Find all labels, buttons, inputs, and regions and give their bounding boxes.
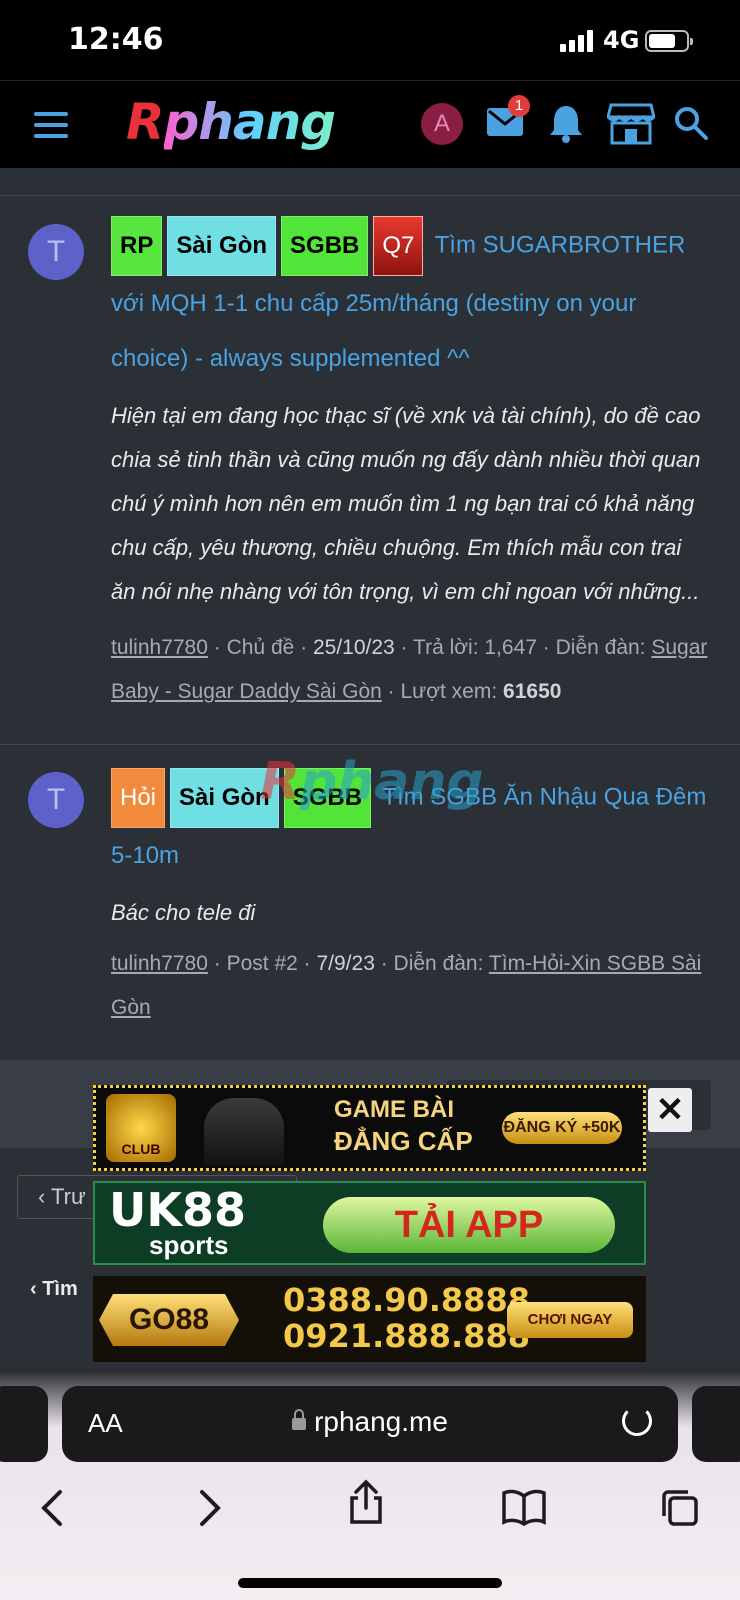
thread-avatar[interactable]: T: [28, 224, 84, 280]
store-icon[interactable]: [607, 101, 655, 145]
prefix-badge[interactable]: RP: [111, 216, 163, 276]
thread-snippet: Bác cho tele đi: [111, 900, 256, 925]
ad-banner-3[interactable]: GO88 0388.90.8888 0921.888.888 CHƠI NGAY: [93, 1276, 646, 1362]
share-icon[interactable]: [348, 1478, 384, 1526]
ad-cta-button[interactable]: ĐĂNG KÝ +50K: [502, 1112, 622, 1144]
signal-icon: [560, 30, 596, 52]
prefix-badge[interactable]: SGBB: [281, 216, 369, 276]
author-link[interactable]: tulinh7780: [111, 952, 208, 975]
search-icon[interactable]: [673, 105, 709, 141]
browser-bar: AA rphang.me: [0, 1370, 740, 1600]
menu-icon[interactable]: [34, 112, 68, 138]
status-bar: 12:46 4G: [0, 0, 740, 80]
prefix-badge[interactable]: Q7: [373, 216, 424, 276]
ad-cta-button[interactable]: CHƠI NGAY: [507, 1302, 633, 1338]
divider: [0, 744, 740, 745]
ad-brand-logo: CLUB: [106, 1094, 176, 1162]
reload-icon[interactable]: [622, 1406, 652, 1436]
back-icon[interactable]: [38, 1488, 66, 1528]
watermark-logo: Rphang: [260, 752, 484, 812]
back-link[interactable]: ‹ Tìm: [30, 1278, 78, 1301]
prefix-badge[interactable]: Hỏi: [111, 768, 166, 828]
bell-icon[interactable]: [548, 103, 584, 143]
thread-avatar[interactable]: T: [28, 772, 84, 828]
thread-title[interactable]: RP Sài Gòn SGBB Q7 Tìm SUGARBROTHER với MQH…: [111, 216, 711, 386]
ad-person-image: [204, 1098, 284, 1166]
status-time: 12:46: [68, 22, 164, 57]
ad-banner-1[interactable]: CLUB GAME BÀI ĐẲNG CẤP ĐĂNG KÝ +50K: [93, 1085, 646, 1171]
close-ad-button[interactable]: ✕: [648, 1088, 692, 1132]
home-indicator: [238, 1578, 502, 1588]
battery-icon: [645, 30, 693, 52]
network-label: 4G: [603, 26, 640, 54]
browser-toolbar: [0, 1478, 740, 1548]
forward-icon[interactable]: [196, 1488, 224, 1528]
tabs-icon[interactable]: [660, 1488, 700, 1528]
site-header: Rphang A 1: [0, 80, 740, 168]
ad-brand-logo: GO88: [99, 1294, 239, 1346]
prefix-badge[interactable]: Sài Gòn: [167, 216, 277, 276]
url-text[interactable]: rphang.me: [62, 1406, 678, 1438]
address-bar[interactable]: AA rphang.me: [62, 1386, 678, 1462]
thread-meta: tulinh7780 · Post #2 · 7/9/23 · Diễn đàn…: [111, 952, 702, 1019]
site-logo[interactable]: Rphang: [126, 93, 336, 151]
ad-cta-button[interactable]: TẢI APP: [323, 1197, 615, 1253]
mail-badge: 1: [508, 95, 530, 117]
next-tab-preview[interactable]: [692, 1386, 740, 1462]
lock-icon: [292, 1408, 307, 1430]
bookmarks-icon[interactable]: [502, 1488, 546, 1526]
user-avatar[interactable]: A: [421, 103, 463, 145]
ad-banner-2[interactable]: UK88 sports TẢI APP: [93, 1181, 646, 1265]
author-link[interactable]: tulinh7780: [111, 636, 208, 659]
prev-tab-preview[interactable]: [0, 1386, 48, 1462]
thread-snippet: Hiện tại em đang học thạc sĩ (về xnk và …: [111, 403, 701, 604]
thread-meta: tulinh7780 · Chủ đề · 25/10/23 · Trả lời…: [111, 636, 708, 703]
divider: [0, 195, 740, 196]
